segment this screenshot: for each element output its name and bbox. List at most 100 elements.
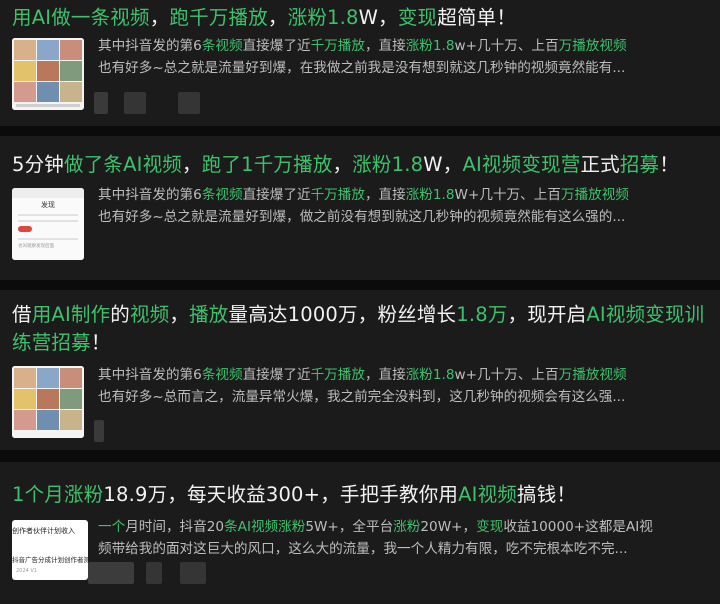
text-segment: w+几十万、上百 (454, 367, 559, 383)
highlighted-keyword: 千万播放 (310, 187, 365, 203)
result-thumbnail[interactable]: 创作者伙伴计划收入 抖音广告分成计划创作者测 2024 V1 (12, 520, 88, 580)
text-segment: 5W+，全平台 (305, 519, 394, 535)
app-screenshot-thumbnail-image (12, 188, 84, 260)
highlighted-keyword: 涨粉 (64, 483, 104, 506)
text-segment: ， (332, 153, 353, 176)
text-segment: ，直接 (364, 187, 406, 203)
text-segment: 其中抖音发的第6 (98, 38, 202, 54)
video-grid-thumbnail-image (12, 38, 84, 110)
result-card[interactable]: 用AI做一条视频，跑千万播放，涨粉1.8W，变现超简单！ 其中抖音发的第6条视频… (0, 0, 720, 126)
text-segment: 搞钱！ (517, 483, 577, 506)
text-segment: ， (149, 6, 170, 29)
text-segment: 量高达1000万，粉丝增长 (228, 303, 457, 326)
highlighted-keyword: 跑千万播放 (169, 6, 268, 29)
highlighted-keyword: 千万播放 (310, 38, 365, 54)
highlighted-keyword: 涨粉 (393, 519, 421, 535)
text-segment: 月时间，抖音20 (125, 519, 225, 535)
text-segment: ， (169, 303, 190, 326)
result-snippet: 其中抖音发的第6条视频直接爆了近千万播放，直接涨粉1.8w+几十万、上百万播放视… (98, 35, 710, 79)
result-title[interactable]: 1个月涨粉18.9万，每天收益300+，手把手教你用AI视频搞钱！ (12, 478, 712, 511)
highlighted-keyword: 涨粉1.8 (405, 38, 455, 54)
text-segment: 也有好多~总之就是流量好到爆，在我做之前我是没有想到就这几秒钟的视频竟然能有..… (98, 60, 626, 76)
highlighted-keyword: 1个月 (12, 483, 65, 506)
text-segment: ！ (659, 153, 679, 176)
result-snippet: 其中抖音发的第6条视频直接爆了近千万播放，直接涨粉1.8W+几十万、上百万播放视… (98, 184, 710, 228)
highlighted-keyword: 万播放视频 (558, 38, 627, 54)
text-segment: ，直接 (364, 367, 406, 383)
highlighted-keyword: 视频 (130, 303, 170, 326)
highlighted-keyword: 涨粉1.8 (405, 367, 455, 383)
highlighted-keyword: 招募 (619, 153, 660, 176)
blurred-meta (180, 562, 206, 584)
text-segment: ， (267, 6, 288, 29)
highlighted-keyword: 用AI做一条视频 (12, 6, 150, 29)
result-snippet: 其中抖音发的第6条视频直接爆了近千万播放，直接涨粉1.8w+几十万、上百万播放视… (98, 364, 710, 408)
text-segment: w+几十万、上百 (454, 38, 559, 54)
result-title[interactable]: 5分钟做了条AI视频，跑了1千万播放，涨粉1.8W，AI视频变现营正式招募！ (12, 148, 712, 181)
thumbnail-caption: 也叫观察发现后面 (18, 244, 54, 249)
thumbnail-heading: 发现 (41, 201, 55, 209)
thumbnail-line: 创作者伙伴计划收入 (12, 527, 75, 535)
blurred-meta (94, 92, 108, 114)
text-segment: 其中抖音发的第6 (98, 187, 202, 203)
text-segment: 直接爆了近 (242, 187, 311, 203)
blurred-meta (146, 562, 162, 584)
thumbnail-date: 2024 V1 (16, 568, 37, 574)
result-title-line2[interactable]: 练营招募！ (12, 326, 712, 359)
text-segment: ，现开启 (507, 303, 587, 326)
result-card[interactable]: 1个月涨粉18.9万，每天收益300+，手把手教你用AI视频搞钱！ 创作者伙伴计… (0, 462, 720, 604)
highlighted-keyword: 条视频 (201, 367, 243, 383)
text-segment: 直接爆了近 (242, 367, 311, 383)
highlighted-keyword: 变现 (476, 519, 504, 535)
highlighted-keyword: 一个 (98, 519, 126, 535)
highlighted-keyword: 万播放视频 (560, 187, 629, 203)
highlighted-keyword: 做了条AI视频 (64, 153, 183, 176)
text-segment: 收益10000+这都是AI视 (503, 519, 653, 535)
highlighted-keyword: 条视频 (201, 38, 243, 54)
highlighted-keyword: 涨粉1.8 (352, 153, 424, 176)
text-segment: 也有好多~总之就是流量好到爆，做之前没有想到就这几秒钟的视频竟然能有这么强的..… (98, 209, 626, 225)
highlighted-keyword: 涨粉1.8 (287, 6, 359, 29)
result-card[interactable]: 借用AI制作的视频，播放量高达1000万，粉丝增长1.8万，现开启AI视频变现训… (0, 290, 720, 450)
text-segment: 20W+， (420, 519, 477, 535)
result-thumbnail[interactable] (12, 366, 84, 438)
text-segment: 18.9万，每天收益300+，手把手教你用 (103, 483, 459, 506)
result-thumbnail[interactable]: 发现 也叫观察发现后面 (12, 188, 84, 260)
text-segment: 直接爆了近 (242, 38, 311, 54)
highlighted-keyword: 1.8万 (456, 303, 508, 326)
highlighted-keyword: AI视频变现训 (586, 303, 705, 326)
text-segment: 其中抖音发的第6 (98, 367, 202, 383)
result-snippet: 一个月时间，抖音20条AI视频涨粉5W+，全平台涨粉20W+，变现收益10000… (98, 516, 710, 560)
text-segment: W， (423, 153, 463, 176)
highlighted-keyword: AI视频变现营 (462, 153, 581, 176)
text-segment: 借 (12, 303, 32, 326)
highlighted-keyword: 千万播放 (310, 367, 365, 383)
highlighted-keyword: 条AI视频涨粉 (224, 519, 306, 535)
text-segment: ，直接 (364, 38, 406, 54)
highlighted-keyword: 涨粉1.8 (405, 187, 455, 203)
thumbnail-line: 抖音广告分成计划创作者测 (12, 556, 88, 564)
text-segment: 超简单！ (437, 6, 517, 29)
highlighted-keyword: 练营招募 (12, 331, 91, 354)
highlighted-keyword: 跑了1千万播放 (201, 153, 333, 176)
text-segment: W+几十万、上百 (454, 187, 561, 203)
text-segment: 也有好多~总而言之，流量异常火爆，我之前完全没料到，这几秒钟的视频会有这么强..… (98, 389, 626, 405)
text-segment: W， (358, 6, 398, 29)
highlighted-keyword: 播放 (189, 303, 229, 326)
blurred-meta (88, 562, 134, 584)
result-thumbnail[interactable] (12, 38, 84, 110)
highlighted-keyword: 变现 (397, 6, 438, 29)
text-segment: 正式 (580, 153, 620, 176)
highlighted-keyword: 用AI制作 (31, 303, 111, 326)
text-segment: 的 (110, 303, 130, 326)
highlighted-keyword: AI视频 (458, 483, 517, 506)
result-card[interactable]: 5分钟做了条AI视频，跑了1千万播放，涨粉1.8W，AI视频变现营正式招募！ 发… (0, 136, 720, 280)
highlighted-keyword: 条视频 (201, 187, 243, 203)
blurred-meta (94, 420, 104, 442)
text-segment: 频带给我的面对这巨大的风口，这么大的流量，我一个人精力有限，吃不完根本吃不完..… (98, 541, 628, 557)
text-segment: 5分钟 (12, 153, 65, 176)
result-title[interactable]: 用AI做一条视频，跑千万播放，涨粉1.8W，变现超简单！ (12, 1, 712, 34)
text-segment: ， (182, 153, 202, 176)
blurred-meta (124, 92, 146, 114)
highlighted-keyword: 万播放视频 (558, 367, 627, 383)
